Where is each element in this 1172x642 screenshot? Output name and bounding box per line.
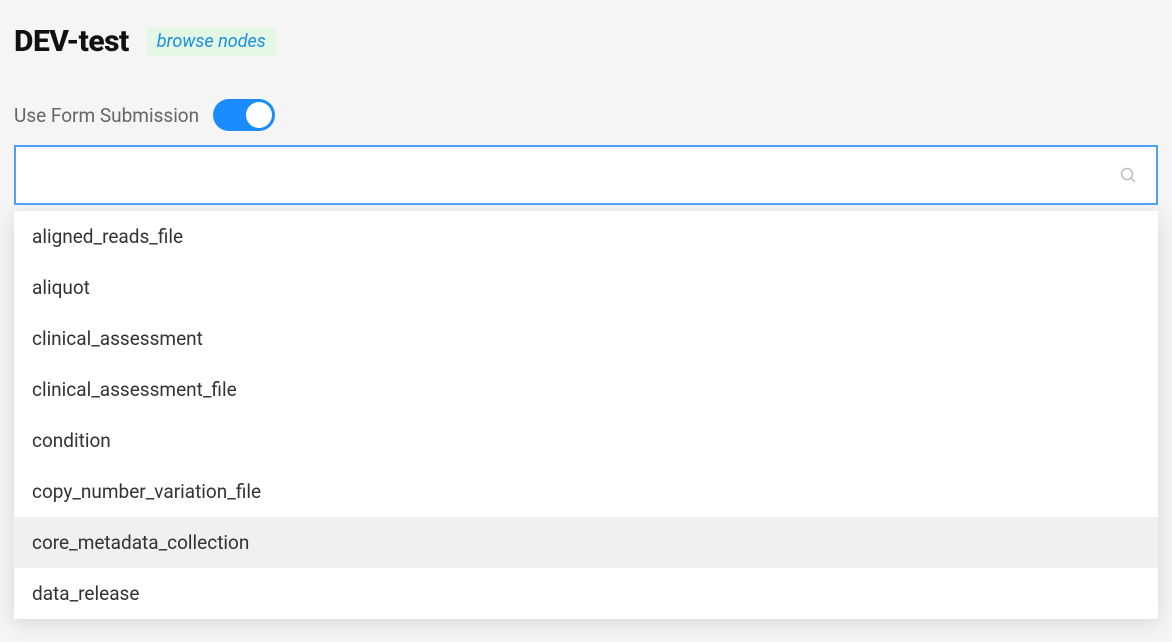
form-submission-toggle-row: Use Form Submission: [14, 99, 1158, 131]
dropdown-item[interactable]: clinical_assessment: [14, 313, 1158, 364]
dropdown-item[interactable]: aliquot: [14, 262, 1158, 313]
dropdown-item[interactable]: copy_number_variation_file: [14, 466, 1158, 517]
dropdown-item[interactable]: core_metadata_collection: [14, 517, 1158, 568]
page-title: DEV-test: [14, 24, 129, 59]
dropdown-item[interactable]: aligned_reads_file: [14, 211, 1158, 262]
node-dropdown: aligned_reads_filealiquotclinical_assess…: [14, 211, 1158, 619]
form-submission-toggle[interactable]: [213, 99, 275, 131]
browse-nodes-link[interactable]: browse nodes: [147, 27, 276, 56]
dropdown-item[interactable]: clinical_assessment_file: [14, 364, 1158, 415]
search-wrap: [14, 145, 1158, 205]
toggle-knob: [246, 102, 272, 128]
node-search-input[interactable]: [14, 145, 1158, 205]
dropdown-item[interactable]: data_release: [14, 568, 1158, 619]
toggle-label: Use Form Submission: [14, 104, 199, 127]
header: DEV-test browse nodes: [14, 24, 1158, 59]
dropdown-item[interactable]: condition: [14, 415, 1158, 466]
